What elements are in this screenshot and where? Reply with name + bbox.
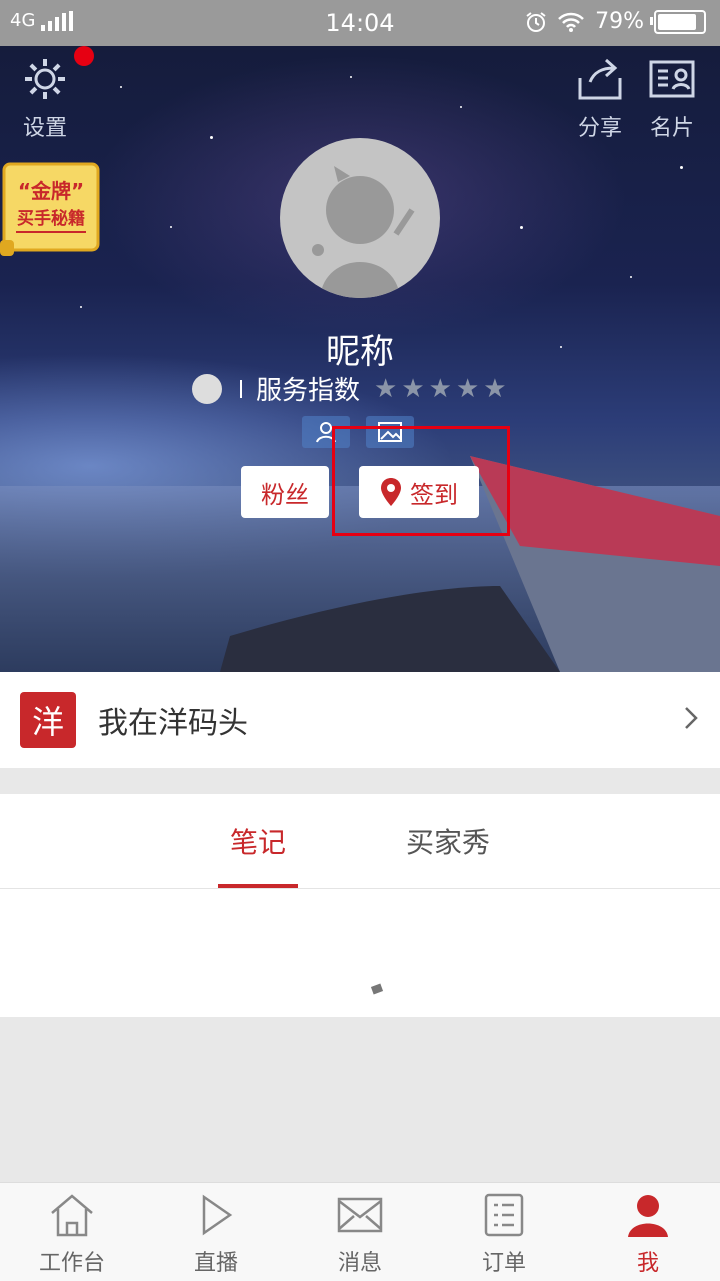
nav-live[interactable]: 直播 bbox=[166, 1193, 266, 1277]
share-label: 分享 bbox=[577, 116, 622, 141]
nav-label: 订单 bbox=[481, 1251, 526, 1276]
star-icon: ★ bbox=[401, 373, 425, 404]
battery-icon bbox=[650, 9, 706, 34]
home-icon bbox=[51, 1194, 93, 1237]
mail-icon bbox=[337, 1197, 383, 1233]
wifi-icon bbox=[558, 12, 584, 32]
share-button[interactable]: 分享 bbox=[574, 56, 626, 142]
rating-stars: ★ ★ ★ ★ ★ bbox=[374, 374, 507, 404]
battery-percent: 79% bbox=[595, 9, 644, 34]
nav-label: 直播 bbox=[193, 1251, 238, 1276]
tab-content bbox=[0, 889, 720, 1017]
card-label: 名片 bbox=[649, 116, 694, 141]
star-icon: ★ bbox=[428, 373, 452, 404]
avatar[interactable] bbox=[280, 138, 440, 298]
divider bbox=[240, 379, 242, 398]
gold-buyer-badge[interactable]: “金牌” 买手秘籍 bbox=[0, 158, 102, 258]
alarm-icon bbox=[526, 11, 546, 32]
loading-indicator bbox=[370, 983, 384, 995]
nav-messages[interactable]: 消息 bbox=[310, 1193, 410, 1277]
person-icon bbox=[628, 1195, 668, 1237]
nickname: 昵称 bbox=[326, 332, 394, 372]
nav-workbench[interactable]: 工作台 bbox=[22, 1193, 122, 1277]
nav-label: 工作台 bbox=[38, 1251, 105, 1276]
content-tabs: 笔记 买家秀 bbox=[0, 794, 720, 889]
settings-label: 设置 bbox=[22, 116, 67, 141]
badge-line2: 买手秘籍 bbox=[17, 208, 85, 229]
status-bar: 4G 14:04 79% bbox=[0, 0, 720, 46]
nav-label: 我 bbox=[636, 1251, 659, 1276]
play-icon bbox=[202, 1194, 233, 1236]
share-icon bbox=[578, 58, 622, 100]
card-button[interactable]: 名片 bbox=[648, 56, 696, 142]
mini-avatar bbox=[192, 373, 222, 404]
highlight-box bbox=[332, 426, 510, 536]
list-icon bbox=[484, 1193, 524, 1237]
nav-orders[interactable]: 订单 bbox=[454, 1193, 554, 1277]
nav-me[interactable]: 我 bbox=[598, 1193, 698, 1277]
profile-header: 设置 分享 名片 “金牌” 买手秘籍 昵称 服务指数 ★ ★ ★ ★ ★ 粉丝 … bbox=[0, 46, 720, 672]
service-label: 服务指数 bbox=[256, 376, 361, 406]
settings-button[interactable]: 设置 bbox=[22, 56, 68, 142]
chevron-right-icon bbox=[685, 707, 698, 729]
fans-button[interactable]: 粉丝 bbox=[241, 466, 329, 518]
service-index: 服务指数 ★ ★ ★ ★ ★ bbox=[192, 370, 507, 407]
default-avatar-icon bbox=[312, 166, 415, 298]
id-card-icon bbox=[649, 60, 695, 98]
ymatou-logo: 洋 bbox=[20, 692, 76, 748]
tab-notes[interactable]: 笔记 bbox=[218, 794, 298, 888]
badge-line1: “金牌” bbox=[18, 179, 84, 203]
star-icon: ★ bbox=[483, 373, 507, 404]
tab-buyer-show[interactable]: 买家秀 bbox=[400, 794, 496, 888]
notification-dot bbox=[74, 46, 94, 66]
nav-label: 消息 bbox=[337, 1251, 382, 1276]
store-row[interactable]: 洋 我在洋码头 bbox=[0, 672, 720, 768]
bottom-nav: 工作台 直播 消息 订单 我 bbox=[0, 1182, 720, 1281]
gear-icon bbox=[25, 59, 65, 99]
store-row-label: 我在洋码头 bbox=[98, 706, 248, 741]
star-icon: ★ bbox=[374, 373, 398, 404]
star-icon: ★ bbox=[455, 373, 480, 404]
